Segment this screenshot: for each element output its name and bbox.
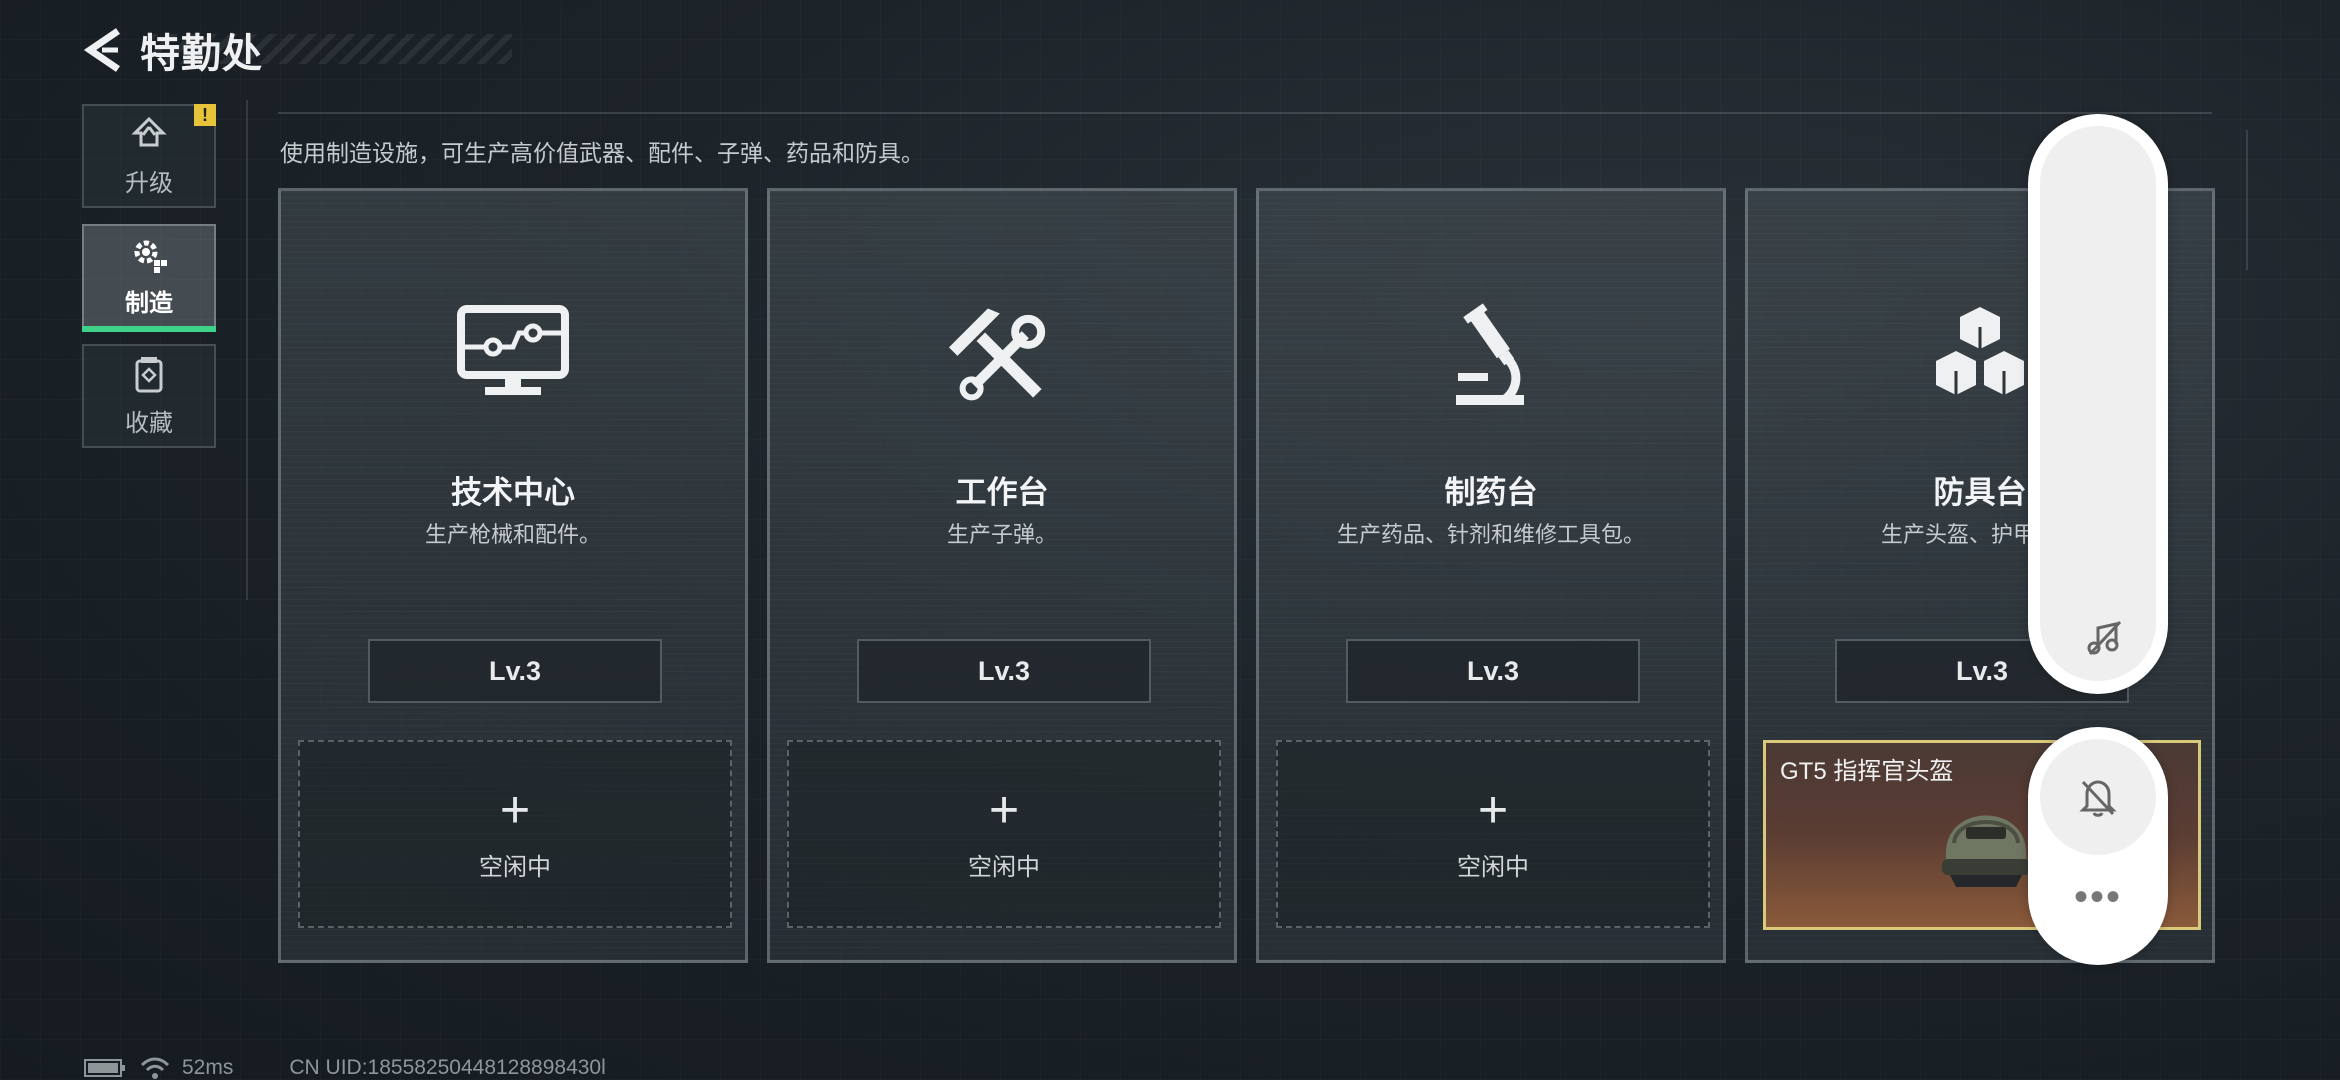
nav-item-craft[interactable]: 制造 (82, 224, 216, 332)
facility-name: 工作台 (955, 475, 1049, 510)
battery-icon (84, 1059, 125, 1077)
empty-slot[interactable]: + 空闲中 (787, 740, 1221, 928)
upgrade-icon (131, 116, 167, 146)
music-off-icon[interactable] (2084, 618, 2124, 658)
page-description: 使用制造设施，可生产高价值武器、配件、子弹、药品和防具。 (280, 140, 924, 166)
gear-icon (134, 240, 167, 273)
facility-card-tech-center[interactable]: 技术中心 生产枪械和配件。 Lv.3 + 空闲中 (278, 188, 748, 963)
user-id: CN UID:18558250448128898430l (289, 1056, 606, 1079)
facility-cards: 技术中心 生产枪械和配件。 Lv.3 + 空闲中 工作台 生产子弹。 Lv.3 … (278, 188, 2215, 963)
slot-status: 空闲中 (1457, 853, 1529, 881)
level-button[interactable]: Lv.3 (368, 639, 662, 703)
facility-card-pharmacy[interactable]: 制药台 生产药品、针剂和维修工具包。 Lv.3 + 空闲中 (1256, 188, 1726, 963)
facility-name: 制药台 (1444, 475, 1538, 510)
nav-label-upgrade: 升级 (125, 169, 173, 197)
slot-status: 空闲中 (968, 853, 1040, 881)
nav-divider (246, 100, 248, 600)
facility-description: 生产枪械和配件。 (424, 522, 601, 547)
plus-icon: + (499, 780, 531, 839)
collection-icon (135, 356, 163, 392)
side-nav: ! 升级 制造 收藏 (82, 104, 218, 464)
warning-badge: ! (194, 104, 216, 126)
nav-item-collection[interactable]: 收藏 (82, 344, 216, 448)
back-button[interactable] (82, 25, 126, 75)
facility-name: 技术中心 (451, 475, 575, 510)
back-arrow-icon (84, 28, 120, 72)
facility-card-workbench[interactable]: 工作台 生产子弹。 Lv.3 + 空闲中 (767, 188, 1237, 963)
monitor-icon (457, 305, 569, 395)
status-bar: 52ms CN UID:18558250448128898430l (84, 1056, 606, 1080)
nav-label-craft: 制造 (125, 289, 173, 317)
level-button[interactable]: Lv.3 (857, 639, 1151, 703)
level-button[interactable]: Lv.3 (1346, 639, 1640, 703)
page-title: 特勤处 (140, 32, 263, 76)
more-button[interactable]: ••• (2028, 877, 2168, 917)
ping-value: 52ms (182, 1056, 234, 1079)
item-name: GT5 指挥官头盔 (1780, 758, 1954, 785)
microscope-icon (1456, 303, 1524, 405)
plus-icon: + (988, 780, 1020, 839)
nav-label-collection: 收藏 (125, 409, 173, 437)
bell-off-icon (2079, 780, 2117, 817)
floating-controls: ••• (2028, 727, 2168, 965)
nav-item-upgrade[interactable]: ! 升级 (82, 104, 216, 208)
cubes-icon (1936, 307, 2024, 395)
header: 特勤处 (82, 22, 263, 78)
wifi-icon (140, 1057, 170, 1079)
mute-notifications-button[interactable] (2040, 739, 2156, 855)
hammer-wrench-icon (948, 308, 1046, 401)
top-divider (278, 112, 2212, 114)
facility-description: 生产药品、针剂和维修工具包。 (1336, 522, 1645, 547)
helmet-image (1942, 815, 2030, 887)
right-decoration (2246, 130, 2248, 270)
floating-panel (2028, 114, 2168, 694)
plus-icon: + (1477, 780, 1509, 839)
empty-slot[interactable]: + 空闲中 (298, 740, 732, 928)
slot-status: 空闲中 (479, 853, 551, 881)
facility-description: 生产子弹。 (946, 522, 1057, 547)
empty-slot[interactable]: + 空闲中 (1276, 740, 1710, 928)
